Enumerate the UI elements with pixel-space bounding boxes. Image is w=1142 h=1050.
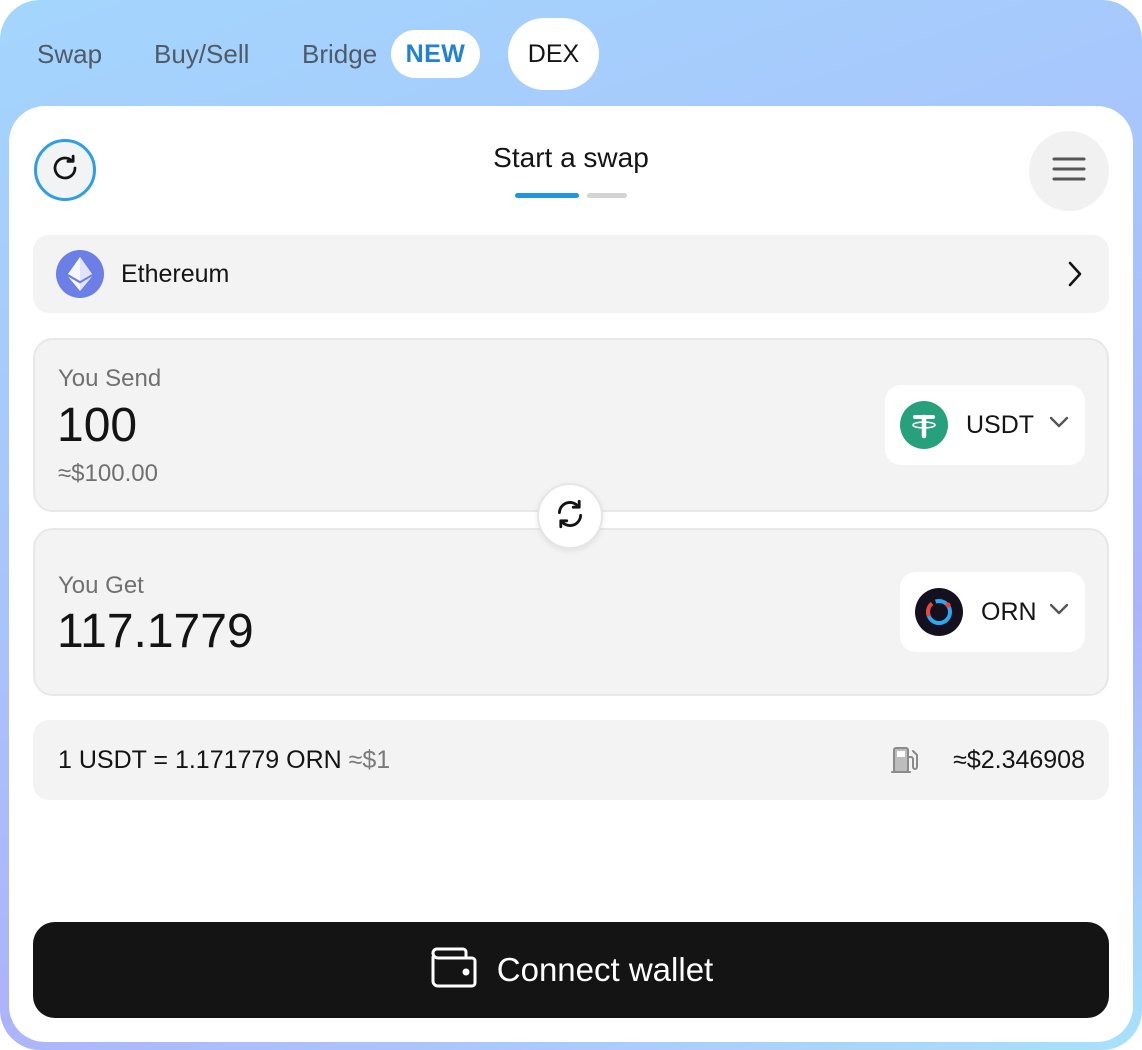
step-2-indicator — [587, 193, 627, 198]
exchange-rate: 1 USDT = 1.171779 ORN ≈$1 — [58, 720, 390, 800]
swap-arrows-icon — [553, 497, 587, 536]
gas-fee-value: ≈$2.346908 — [953, 746, 1085, 774]
connect-wallet-label: Connect wallet — [496, 951, 714, 988]
rate-text: 1 USDT = 1.171779 ORN — [58, 746, 342, 774]
rate-usd-value: ≈$1 — [348, 746, 391, 774]
tab-bridge[interactable]: Bridge — [302, 18, 377, 90]
send-token-selector[interactable]: USDT — [885, 385, 1085, 465]
chevron-right-icon — [1067, 261, 1083, 292]
network-name: Ethereum — [121, 260, 230, 288]
send-token-label: USDT — [966, 411, 1035, 439]
step-indicator — [515, 193, 627, 198]
receive-panel: You Get 117.1779 ORN — [33, 528, 1109, 696]
top-tabs: Swap Buy/Sell Bridge NEW DEX — [0, 18, 1142, 90]
connect-wallet-button[interactable]: Connect wallet — [33, 922, 1109, 1018]
swap-direction-button[interactable] — [537, 483, 603, 549]
receive-token-selector[interactable]: ORN — [900, 572, 1085, 652]
page-title: Start a swap — [493, 142, 649, 173]
tether-icon — [900, 401, 948, 449]
tab-buy-sell[interactable]: Buy/Sell — [154, 18, 249, 90]
receive-amount: 117.1779 — [57, 605, 254, 658]
orion-icon — [915, 588, 963, 636]
network-selector[interactable]: Ethereum — [33, 235, 1109, 313]
rate-info-row: 1 USDT = 1.171779 ORN ≈$1 ≈$2.346908 — [33, 720, 1109, 800]
swap-card: Start a swap Ethereum You Send 100 ≈$100… — [9, 106, 1133, 1042]
hamburger-menu-icon — [1052, 156, 1086, 187]
wallet-icon — [429, 947, 479, 994]
gas-pump-icon — [891, 745, 921, 780]
chevron-down-icon — [1049, 602, 1069, 620]
send-usd-value: ≈$100.00 — [58, 460, 158, 487]
receive-label: You Get — [58, 572, 144, 599]
receive-token-label: ORN — [981, 598, 1037, 626]
ethereum-icon — [56, 250, 104, 298]
new-badge: NEW — [391, 30, 480, 78]
tab-swap[interactable]: Swap — [37, 18, 102, 90]
menu-button[interactable] — [1029, 131, 1109, 211]
app-frame: Swap Buy/Sell Bridge NEW DEX Start a swa… — [0, 0, 1142, 1050]
send-amount-input[interactable]: 100 — [57, 398, 137, 453]
send-label: You Send — [58, 365, 162, 392]
step-1-indicator — [515, 193, 579, 198]
tab-dex[interactable]: DEX — [508, 18, 599, 90]
chevron-down-icon — [1049, 415, 1069, 433]
